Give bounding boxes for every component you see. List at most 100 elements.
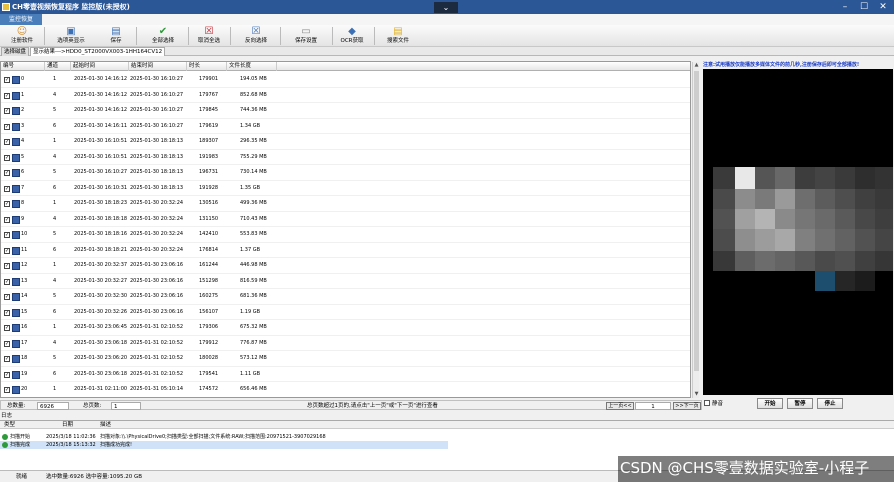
- table-row[interactable]: ✓ 1 4 2025-01-30 14:16:12 2025-01-30 16:10:2…: [1, 88, 690, 103]
- row-checkbox[interactable]: ✓: [4, 154, 10, 161]
- mute-checkbox[interactable]: [704, 400, 710, 406]
- row-checkbox[interactable]: ✓: [4, 356, 10, 362]
- table-row[interactable]: ✓ 10 5 2025-01-30 18:18:16 2025-01-30 20:32:…: [1, 227, 690, 243]
- table-row[interactable]: ✓ 19 6 2025-01-30 23:06:18 2025-01-31 02:10:…: [1, 367, 690, 382]
- log-column-description[interactable]: 描述: [100, 421, 111, 429]
- tab-results[interactable]: 显示结果--->HDD0_ST2000VX003-1HH164CV12: [30, 47, 166, 56]
- search-file-button[interactable]: ▤ 搜索文件: [380, 25, 416, 47]
- scroll-up-arrow-icon[interactable]: ▲: [693, 62, 700, 69]
- table-row[interactable]: ✓ 7 6 2025-01-30 16:10:31 2025-01-30 18:18:1…: [1, 181, 690, 196]
- column-header-file-size[interactable]: 文件长度: [227, 62, 277, 71]
- row-checkbox[interactable]: ✓: [4, 325, 10, 331]
- column-header-end-time[interactable]: 结束时间: [129, 62, 187, 71]
- maximize-button[interactable]: ☐: [857, 1, 871, 13]
- ocr-button[interactable]: ◆ OCR获取: [336, 25, 368, 47]
- table-row[interactable]: ✓ 9 4 2025-01-30 18:18:18 2025-01-30 20:32:2…: [1, 212, 690, 227]
- toolbar-separator: [332, 27, 333, 45]
- log-column-date[interactable]: 日期: [62, 421, 73, 429]
- pager-hint: 总页数超过1页的,请点击"上一页"或"下一页"进行查看: [307, 403, 438, 409]
- row-checkbox[interactable]: ✓: [4, 170, 10, 176]
- table-row[interactable]: ✓ 3 6 2025-01-30 14:16:11 2025-01-30 16:10:2…: [1, 119, 690, 134]
- deselect-all-label: 取消全选: [197, 38, 220, 44]
- stop-button[interactable]: 停止: [817, 398, 843, 409]
- register-label: 注册软件: [10, 38, 33, 44]
- tab-select-drive[interactable]: 选择磁盘: [1, 47, 30, 56]
- row-checkbox[interactable]: ✓: [4, 108, 10, 114]
- collapse-ribbon-button[interactable]: ⌄: [434, 2, 458, 13]
- row-checkbox[interactable]: ✓: [4, 247, 10, 254]
- close-button[interactable]: ✕: [876, 1, 890, 13]
- column-header-duration[interactable]: 时长: [187, 62, 227, 71]
- log-row-date: 2025/3/18 15:13:32: [46, 442, 96, 448]
- row-checkbox[interactable]: ✓: [4, 340, 10, 347]
- cell-duration: 191928: [199, 184, 219, 191]
- save-settings-button[interactable]: ▭ 保存设置: [286, 25, 326, 47]
- row-checkbox[interactable]: ✓: [4, 278, 10, 285]
- cell-start-time: 2025-01-30 16:10:27: [74, 169, 128, 175]
- deselect-all-button[interactable]: ☒ 取消全选: [192, 25, 226, 47]
- tab-monitor-recovery[interactable]: 监控恢复: [0, 14, 42, 25]
- scrollbar-thumb[interactable]: [694, 71, 699, 371]
- table-row[interactable]: ✓ 18 5 2025-01-30 23:06:20 2025-01-31 02:10:…: [1, 351, 690, 367]
- display-mode-button[interactable]: ▣ 选项英显示: [50, 25, 92, 47]
- cell-channel: 5: [53, 293, 57, 299]
- row-checkbox[interactable]: ✓: [4, 201, 10, 207]
- row-checkbox[interactable]: ✓: [4, 123, 10, 130]
- table-row[interactable]: ✓ 12 1 2025-01-30 20:32:37 2025-01-30 23:06:…: [1, 258, 690, 274]
- next-page-button[interactable]: >>下一页: [673, 402, 701, 410]
- table-row[interactable]: ✓ 16 1 2025-01-30 23:06:45 2025-01-31 02:10:…: [1, 320, 690, 336]
- row-checkbox[interactable]: ✓: [4, 77, 10, 83]
- log-header: 类型 日期 描述: [0, 421, 894, 429]
- row-checkbox[interactable]: ✓: [4, 92, 10, 99]
- video-preview[interactable]: [703, 69, 893, 395]
- table-row[interactable]: ✓ 11 6 2025-01-30 18:18:21 2025-01-30 20:32:…: [1, 243, 690, 258]
- save-label: 保存: [110, 38, 122, 44]
- column-header-start-time[interactable]: 起始时间: [71, 62, 129, 71]
- log-row[interactable]: 扫描完成 2025/3/18 15:13:32 扫描成功完成!: [0, 441, 448, 449]
- row-checkbox[interactable]: ✓: [4, 294, 10, 300]
- table-row[interactable]: ✓ 0 1 2025-01-30 14:16:12 2025-01-30 16:10:2…: [1, 72, 690, 88]
- cell-duration: 130516: [199, 200, 219, 206]
- minimize-button[interactable]: –: [838, 1, 852, 13]
- table-row[interactable]: ✓ 17 4 2025-01-30 23:06:18 2025-01-31 02:10:…: [1, 336, 690, 351]
- cell-start-time: 2025-01-30 20:32:37: [74, 262, 128, 268]
- table-row[interactable]: ✓ 2 5 2025-01-30 14:16:12 2025-01-30 16:10:2…: [1, 103, 690, 119]
- display-mode-label: 选项英显示: [57, 38, 85, 44]
- table-row[interactable]: ✓ 13 4 2025-01-30 20:32:27 2025-01-30 23:06:…: [1, 274, 690, 289]
- prev-page-button[interactable]: 上一页<<: [606, 402, 634, 410]
- table-row[interactable]: ✓ 8 1 2025-01-30 18:18:23 2025-01-30 20:32:2…: [1, 196, 690, 212]
- table-row[interactable]: ✓ 14 5 2025-01-30 20:32:30 2025-01-30 23:06:…: [1, 289, 690, 305]
- grid-scrollbar[interactable]: ▲ ▼: [692, 62, 699, 398]
- row-checkbox[interactable]: ✓: [4, 232, 10, 238]
- column-header-id[interactable]: 编号: [1, 62, 45, 71]
- column-header-channel[interactable]: 通道: [45, 62, 71, 71]
- page-number-input[interactable]: 1: [635, 402, 671, 410]
- cell-channel: 4: [53, 277, 57, 284]
- log-row[interactable]: 扫描开始 2025/3/18 11:02:36 扫描对象:\\.\Physica…: [0, 433, 448, 441]
- row-checkbox[interactable]: ✓: [4, 309, 10, 316]
- cell-channel: 5: [53, 355, 57, 361]
- row-checkbox[interactable]: ✓: [4, 263, 10, 269]
- video-file-icon: [12, 231, 20, 239]
- pause-button[interactable]: 暂停: [787, 398, 813, 409]
- cell-duration: 189307: [199, 138, 219, 144]
- select-all-button[interactable]: ✔ 全部选择: [142, 25, 184, 47]
- row-checkbox[interactable]: ✓: [4, 216, 10, 223]
- cell-channel: 1: [53, 324, 57, 330]
- save-button[interactable]: ▤ 保存: [100, 25, 132, 47]
- row-checkbox[interactable]: ✓: [4, 387, 10, 393]
- table-row[interactable]: ✓ 20 1 2025-01-31 02:11:00 2025-01-31 05:10:…: [1, 382, 690, 397]
- start-button[interactable]: 开始: [757, 398, 783, 409]
- table-row[interactable]: ✓ 4 1 2025-01-30 16:10:51 2025-01-30 18:18:1…: [1, 134, 690, 150]
- video-file-icon: [12, 215, 20, 224]
- row-checkbox[interactable]: ✓: [4, 371, 10, 378]
- table-row[interactable]: ✓ 15 6 2025-01-30 20:32:26 2025-01-30 23:06:…: [1, 305, 690, 320]
- scroll-down-arrow-icon[interactable]: ▼: [693, 391, 700, 398]
- invert-selection-button[interactable]: ☒ 反向选择: [238, 25, 274, 47]
- register-button[interactable]: ☺ 注册软件: [2, 25, 42, 47]
- table-row[interactable]: ✓ 5 4 2025-01-30 16:10:51 2025-01-30 18:18:1…: [1, 150, 690, 165]
- log-column-type[interactable]: 类型: [4, 421, 15, 429]
- table-row[interactable]: ✓ 6 5 2025-01-30 16:10:27 2025-01-30 18:18:1…: [1, 165, 690, 181]
- row-checkbox[interactable]: ✓: [4, 139, 10, 145]
- row-checkbox[interactable]: ✓: [4, 185, 10, 192]
